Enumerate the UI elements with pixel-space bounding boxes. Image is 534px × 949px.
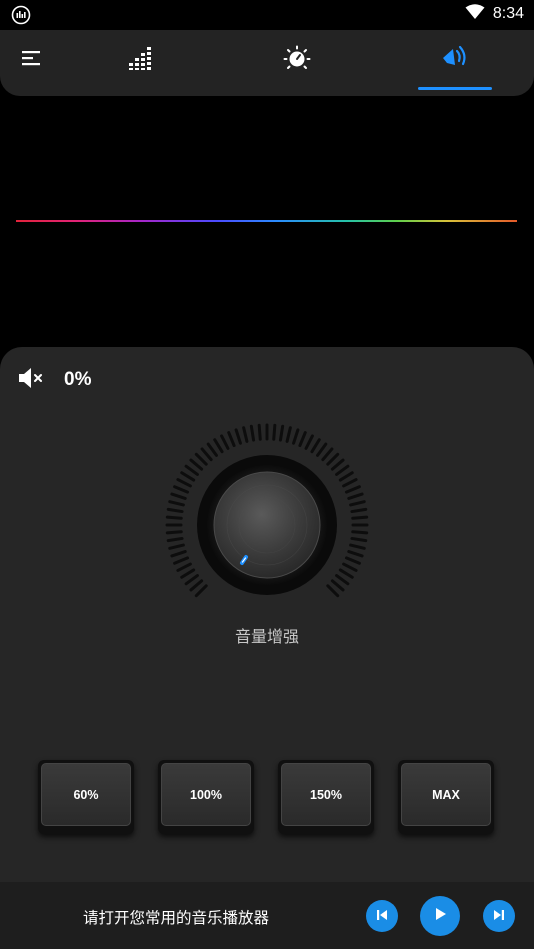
- knob-tick: [166, 507, 184, 514]
- knob-tick: [330, 458, 345, 471]
- knob-tick: [200, 447, 213, 462]
- knob-tick: [349, 500, 366, 507]
- tab-effects[interactable]: [264, 30, 330, 90]
- knob-tick: [272, 423, 277, 441]
- knob-tick: [168, 543, 185, 550]
- tab-volume-boost[interactable]: [420, 30, 490, 90]
- wifi-icon: [465, 4, 485, 24]
- speaker-mute-icon[interactable]: [18, 367, 44, 393]
- knob-tick: [310, 438, 321, 454]
- knob-tick: [347, 492, 364, 500]
- knob-tick: [257, 423, 262, 441]
- knob-tick: [350, 536, 368, 543]
- knob-tick: [173, 556, 190, 565]
- knob-tick: [342, 562, 358, 572]
- preset-150-button[interactable]: 150%: [278, 760, 374, 834]
- active-tab-indicator: [418, 87, 492, 90]
- speaker-icon: [441, 45, 469, 75]
- knob-tick: [304, 434, 314, 450]
- knob-tick: [326, 584, 340, 598]
- knob-tick: [351, 515, 369, 520]
- knob-tick: [170, 550, 187, 558]
- knob-tick: [213, 438, 224, 454]
- preset-max-button[interactable]: MAX: [398, 760, 494, 834]
- top-tab-bar: [0, 30, 534, 96]
- knob-tick: [351, 530, 369, 535]
- knob-tick: [184, 464, 199, 476]
- knob-tick: [189, 579, 204, 592]
- play-button[interactable]: [420, 896, 460, 936]
- knob-tick: [285, 426, 292, 443]
- knob-tick: [335, 574, 350, 586]
- knob-tick: [249, 424, 256, 442]
- sun-dial-icon: [283, 44, 311, 76]
- knob-tick: [242, 426, 249, 443]
- knob-tick: [344, 485, 361, 494]
- knob-tick: [176, 478, 192, 488]
- preset-100-button[interactable]: 100%: [158, 760, 254, 834]
- spectrum-visualizer: [16, 220, 517, 222]
- equalizer-icon: [128, 45, 154, 75]
- knob-tick: [234, 428, 242, 445]
- preset-label: MAX: [401, 763, 491, 826]
- knob-tick: [227, 431, 236, 448]
- knob-tick: [350, 507, 368, 514]
- knob-tick: [342, 478, 358, 488]
- knob-tick: [338, 471, 354, 482]
- knob-tick: [349, 543, 366, 550]
- volume-boost-panel: 0% 音量增强 60% 100% 150% MAX: [0, 347, 534, 949]
- tab-equalizer[interactable]: [108, 30, 174, 90]
- knob-tick: [180, 471, 196, 482]
- preset-60-button[interactable]: 60%: [38, 760, 134, 834]
- knob-face: [213, 471, 321, 579]
- preset-buttons: 60% 100% 150% MAX: [38, 760, 498, 834]
- skip-previous-icon: [375, 907, 389, 926]
- knob-tick: [176, 562, 192, 572]
- knob-tick: [189, 458, 204, 471]
- knob-tick: [335, 464, 350, 476]
- volume-percent: 0%: [64, 369, 92, 390]
- knob-tick: [344, 556, 361, 565]
- volume-boost-knob[interactable]: [163, 421, 371, 629]
- status-time: 8:34: [492, 5, 524, 22]
- skip-next-icon: [492, 907, 506, 926]
- knob-tick: [165, 515, 183, 520]
- knob-tick: [166, 536, 184, 543]
- knob-tick: [338, 568, 354, 579]
- knob-tick: [180, 568, 196, 579]
- knob-tick: [165, 530, 183, 535]
- menu-button[interactable]: [8, 30, 56, 90]
- next-track-button[interactable]: [483, 900, 515, 932]
- knob-tick: [292, 428, 300, 445]
- knob-tick: [326, 452, 340, 466]
- knob-tick: [206, 442, 218, 457]
- menu-icon: [21, 50, 43, 70]
- knob-tick: [173, 485, 190, 494]
- preset-label: 100%: [161, 763, 251, 826]
- player-bar: 请打开您常用的音乐播放器: [0, 882, 534, 949]
- knob-tick: [321, 447, 334, 462]
- knob-tick: [184, 574, 199, 586]
- knob-tick: [316, 442, 328, 457]
- knob-tick: [330, 579, 345, 592]
- knob-tick: [170, 492, 187, 500]
- player-prompt: 请打开您常用的音乐播放器: [83, 909, 270, 927]
- knob-tick: [347, 550, 364, 558]
- preset-label: 150%: [281, 763, 371, 826]
- knob-tick: [220, 434, 230, 450]
- knob-tick: [194, 452, 208, 466]
- status-bar: 8:34: [0, 0, 534, 30]
- knob-tick: [168, 500, 185, 507]
- knob-label: 音量增强: [234, 627, 299, 646]
- knob-tick: [194, 584, 208, 598]
- preset-label: 60%: [41, 763, 131, 826]
- previous-track-button[interactable]: [366, 900, 398, 932]
- play-icon: [432, 906, 448, 926]
- equalizer-notification-icon: [11, 5, 31, 25]
- knob-tick: [278, 424, 285, 442]
- knob-tick: [298, 431, 307, 448]
